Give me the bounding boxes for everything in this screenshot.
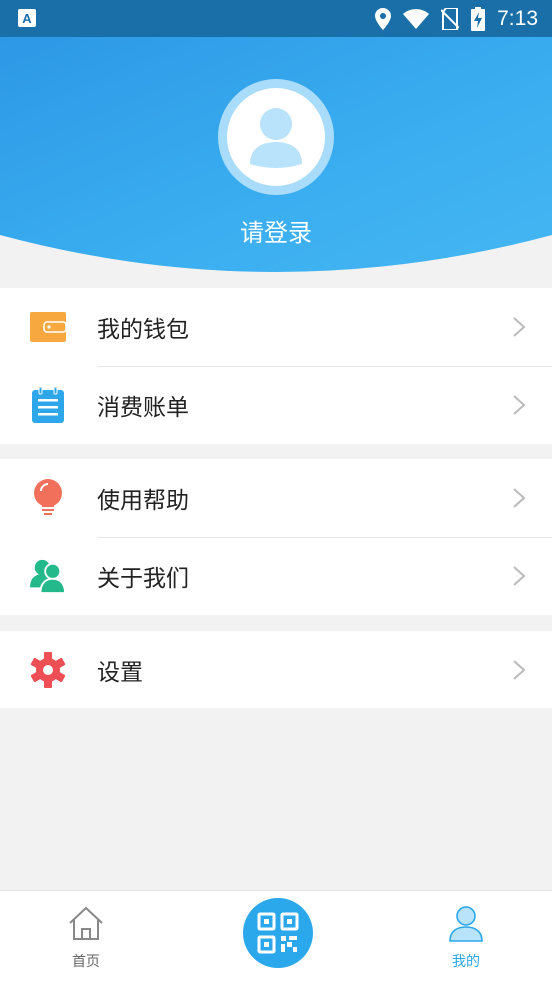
people-icon [30,558,66,594]
menu-group-settings: 设置 [0,631,552,708]
lightbulb-icon [30,479,66,516]
menu-item-help[interactable]: 使用帮助 [0,459,552,537]
avatar[interactable] [218,79,334,195]
app-notification-icon: A [18,9,36,27]
menu-item-label: 消费账单 [97,395,189,421]
chevron-right-icon [513,395,526,415]
status-time: 7:13 [497,6,538,30]
chevron-right-icon [513,488,526,508]
bill-icon [30,387,66,423]
wallet-icon [30,309,66,345]
login-link[interactable]: 请登录 [0,213,552,248]
menu-item-about[interactable]: 关于我们 [0,537,552,615]
chevron-right-icon [513,317,526,337]
gear-icon [30,652,66,688]
tab-label: 我的 [452,954,480,970]
qr-code-icon [257,912,299,954]
menu-item-label: 我的钱包 [97,317,189,343]
menu-group-wallet: 我的钱包 消费账单 [0,288,552,444]
chevron-right-icon [513,660,526,680]
svg-text:A: A [22,11,32,26]
tab-home[interactable]: 首页 [26,891,146,983]
user-avatar-icon [250,108,302,168]
wifi-icon [403,8,430,29]
status-bar: A 7:13 [0,0,552,37]
scan-button[interactable] [243,898,313,968]
tab-label: 首页 [72,954,100,970]
location-icon [375,7,392,30]
menu-item-settings[interactable]: 设置 [0,631,552,709]
tab-mine[interactable]: 我的 [406,891,526,983]
profile-header: 请登录 [0,37,552,277]
menu-item-bill[interactable]: 消费账单 [0,366,552,444]
user-icon [449,906,483,942]
battery-charging-icon [471,6,486,31]
no-sim-icon [441,7,460,30]
menu-item-label: 设置 [97,660,143,686]
menu-item-label: 关于我们 [97,566,189,592]
menu-group-help: 使用帮助 关于我们 [0,459,552,615]
chevron-right-icon [513,566,526,586]
menu-item-label: 使用帮助 [97,488,189,514]
menu-item-wallet[interactable]: 我的钱包 [0,288,552,366]
home-icon [69,906,103,940]
